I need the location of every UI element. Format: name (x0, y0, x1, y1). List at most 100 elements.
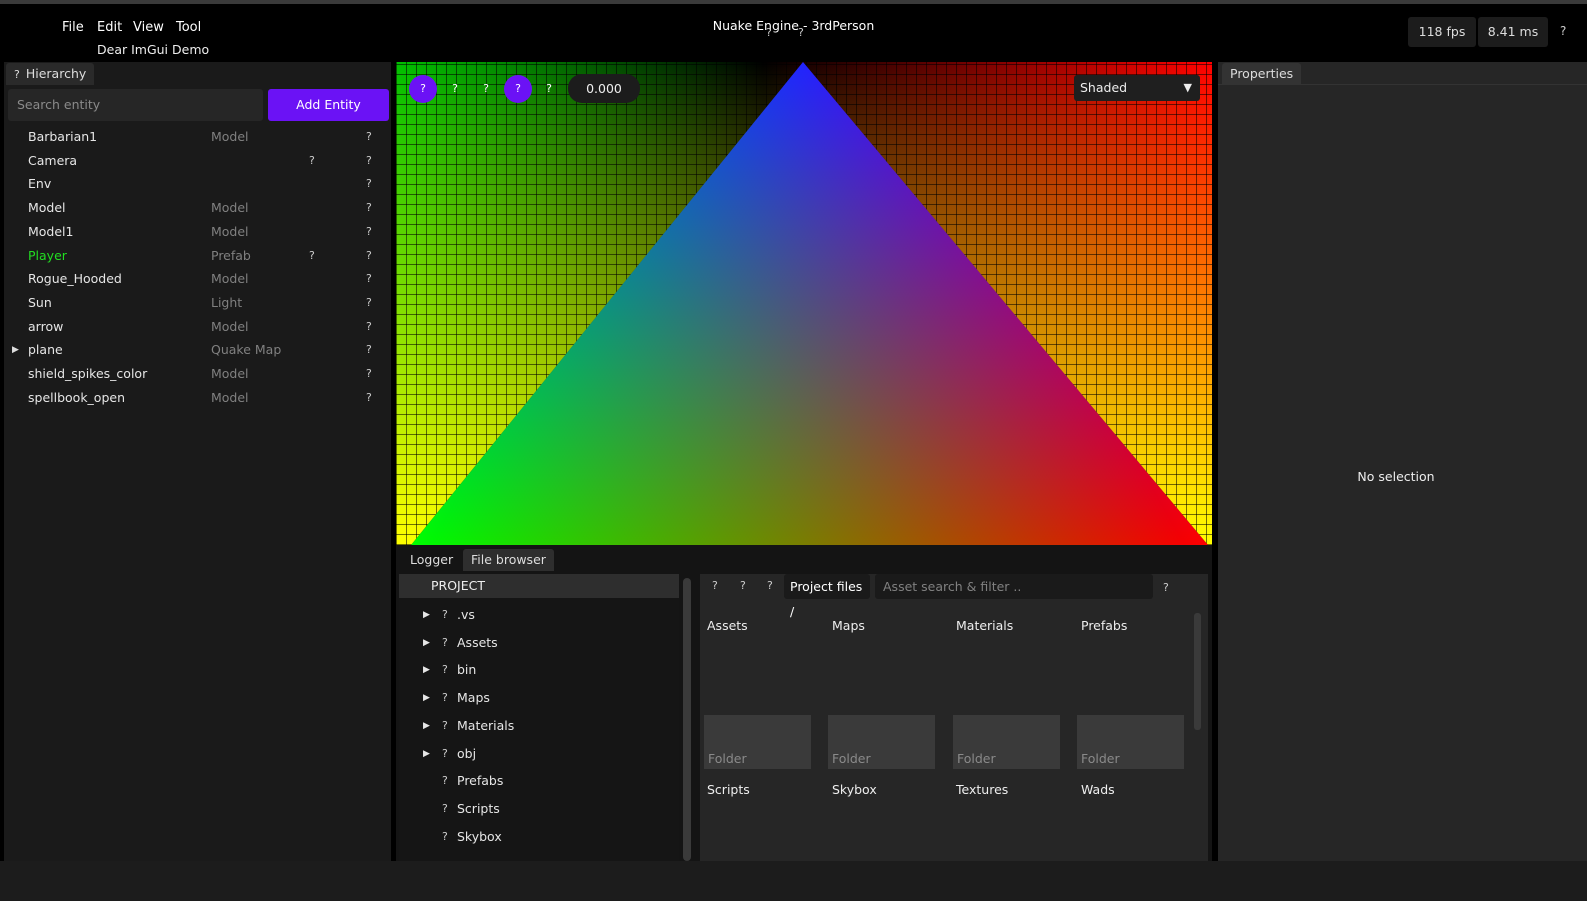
entity-visibility-icon[interactable]: ? (366, 196, 372, 220)
folder-icon: ? (442, 746, 448, 760)
folder-name-materials: Materials (956, 618, 1014, 633)
tree-item[interactable]: ? Scripts (399, 795, 679, 823)
expand-arrow-icon[interactable]: ▶ (423, 656, 430, 684)
asset-search-input[interactable]: Asset search & filter .. (875, 574, 1153, 599)
tree-item[interactable]: ? Prefabs (399, 767, 679, 795)
search-help-icon[interactable]: ? (1163, 581, 1169, 594)
scene-viewport[interactable]: ? ? ? ? ? 0.000 Shaded ▼ (396, 62, 1212, 545)
tree-item[interactable]: ? Skybox (399, 823, 679, 851)
render-mode-select[interactable]: Shaded ▼ (1074, 75, 1200, 101)
tree-item[interactable]: ▶? Maps (399, 684, 679, 712)
folder-icon: ? (442, 608, 448, 621)
tree-scrollbar[interactable] (683, 578, 691, 861)
entity-row[interactable]: Rogue_Hooded Model? (4, 267, 391, 291)
entity-search-input[interactable]: Search entity (8, 89, 263, 121)
folder-icon: ? (442, 635, 448, 649)
folder-tile-maps[interactable]: Folder (828, 715, 935, 769)
folder-name-assets: Assets (707, 618, 748, 633)
tree-item[interactable]: ▶? bin (399, 656, 679, 684)
title-help-icon: ? (766, 26, 772, 39)
entity-row[interactable]: spellbook_open Model? (4, 386, 391, 410)
expand-arrow-icon[interactable]: ▶ (423, 712, 430, 740)
entity-visibility-icon[interactable]: ? (366, 244, 372, 268)
add-entity-button[interactable]: Add Entity (268, 89, 389, 121)
entity-type: Model (211, 129, 249, 144)
entity-visibility-icon[interactable]: ? (366, 149, 372, 173)
entity-visibility-icon[interactable]: ? (366, 362, 372, 386)
gizmo-translate-button[interactable]: ? (409, 75, 437, 103)
entity-visibility-icon[interactable]: ? (366, 338, 372, 362)
entity-row[interactable]: Model Model? (4, 196, 391, 220)
entity-row[interactable]: Barbarian1 Model? (4, 125, 391, 149)
snap-value-field[interactable]: 0.000 (568, 74, 640, 103)
folder-kind-label: Folder (957, 751, 996, 766)
refresh-icon[interactable]: ? (767, 579, 773, 592)
folder-icon: ? (442, 829, 448, 843)
tab-hierarchy[interactable]: ? Hierarchy (6, 63, 95, 85)
back-icon[interactable]: ? (712, 579, 718, 592)
folder-name-textures: Textures (956, 782, 1009, 797)
no-selection-text: No selection (1357, 469, 1435, 484)
hierarchy-tab-label: Hierarchy (25, 66, 87, 81)
entity-flag-icon[interactable]: ? (309, 149, 315, 173)
folder-tile-materials[interactable]: Folder (953, 715, 1060, 769)
expand-arrow-icon[interactable]: ▶ (423, 629, 430, 657)
folder-icon: ? (442, 691, 448, 705)
expand-arrow-icon[interactable]: ▶ (423, 740, 430, 768)
entity-visibility-icon[interactable]: ? (366, 267, 372, 291)
entity-visibility-icon[interactable]: ? (366, 315, 372, 339)
tree-item[interactable]: ▶? .vs (399, 601, 679, 629)
expand-arrow-icon[interactable]: ▶ (423, 601, 430, 629)
entity-visibility-icon[interactable]: ? (366, 125, 372, 149)
entity-flag-icon[interactable]: ? (309, 244, 315, 268)
entity-row[interactable]: Model1 Model? (4, 220, 391, 244)
folder-icon: ? (442, 663, 448, 677)
entity-type: Model (211, 200, 249, 216)
frame-time: 8.41 ms (1478, 17, 1548, 47)
folder-icon: ? (442, 801, 448, 815)
snap-button[interactable]: ? (535, 75, 563, 103)
tab-properties[interactable]: Properties (1222, 63, 1302, 85)
entity-row[interactable]: Camera?? (4, 149, 391, 173)
entity-type: Quake Map (211, 342, 282, 358)
help-icon[interactable]: ? (1560, 24, 1566, 38)
entity-type: Model (211, 389, 249, 405)
folder-tile-prefabs[interactable]: Folder (1077, 715, 1184, 769)
tree-item[interactable]: ▶? obj (399, 740, 679, 768)
forward-icon[interactable]: ? (740, 579, 746, 592)
entity-row[interactable]: Sun Light? (4, 291, 391, 315)
tree-item[interactable]: ▶? Assets (399, 629, 679, 657)
status-bar (0, 861, 1587, 901)
expand-arrow-icon[interactable]: ▶ (12, 338, 19, 362)
menu-imgui-demo[interactable]: Dear ImGui Demo (97, 42, 209, 57)
tab-logger[interactable]: Logger (402, 549, 461, 571)
entity-visibility-icon[interactable]: ? (366, 220, 372, 244)
project-files-breadcrumb[interactable]: Project files / (784, 574, 870, 619)
tree-item[interactable]: ▶? Materials (399, 712, 679, 740)
files-scrollbar[interactable] (1194, 613, 1201, 730)
expand-arrow-icon[interactable]: ▶ (423, 684, 430, 712)
entity-row[interactable]: Player Prefab?? (4, 244, 391, 268)
project-tree-header[interactable]: PROJECT (399, 574, 679, 598)
entity-row[interactable]: Env? (4, 172, 391, 196)
entity-visibility-icon[interactable]: ? (366, 172, 372, 196)
entity-row[interactable]: shield_spikes_color Model? (4, 362, 391, 386)
entity-name: Barbarian1 (28, 129, 98, 144)
gizmo-rotate-button[interactable]: ? (441, 75, 469, 103)
entity-visibility-icon[interactable]: ? (366, 386, 372, 410)
entity-row[interactable]: ▶ plane Quake Map? (4, 338, 391, 362)
tree-item-label: Scripts (457, 800, 500, 816)
entity-row[interactable]: arrow Model? (4, 315, 391, 339)
hierarchy-icon: ? (14, 68, 20, 81)
triangle-render (411, 62, 1208, 545)
folder-tile-assets[interactable]: Folder (704, 715, 811, 769)
entity-name: Rogue_Hooded (28, 271, 122, 287)
entity-visibility-icon[interactable]: ? (366, 291, 372, 315)
gizmo-scale-button[interactable]: ? (472, 75, 500, 103)
tree-item-label: Assets (457, 634, 498, 650)
tab-file-browser[interactable]: File browser (463, 549, 554, 571)
fps-counter: 118 fps (1408, 17, 1476, 47)
gizmo-space-button[interactable]: ? (504, 75, 532, 103)
tree-item-label: Materials (457, 717, 515, 733)
folder-name-scripts: Scripts (707, 782, 750, 797)
